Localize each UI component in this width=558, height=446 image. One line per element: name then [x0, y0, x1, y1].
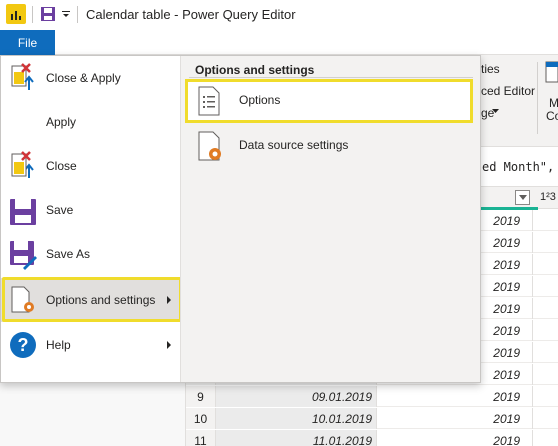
menu-item-apply[interactable]: Apply — [1, 100, 180, 178]
column-type-icon[interactable]: 1²3 — [540, 191, 556, 203]
next-column-cell[interactable] — [532, 342, 558, 363]
next-column-cell[interactable] — [532, 320, 558, 341]
title-bar: Calendar table - Power Query Editor — [0, 0, 558, 30]
options-and-settings-highlight — [2, 277, 182, 322]
next-column-cell[interactable] — [532, 298, 558, 319]
menu-item-help[interactable]: ? Help — [1, 323, 180, 367]
menu-item-label: Help — [46, 338, 71, 352]
file-tab[interactable]: File — [0, 30, 55, 55]
menu-item-close-apply[interactable]: Close & Apply — [1, 56, 180, 100]
date-cell[interactable]: 10.01.2019 — [216, 408, 377, 429]
manage-dropdown-arrow-icon — [492, 109, 499, 113]
close-apply-icon — [11, 63, 34, 90]
options-and-settings-submenu: Options and settings Options Data source — [180, 56, 480, 382]
submenu-item-label: Options — [239, 93, 281, 107]
quick-access-dropdown[interactable] — [61, 6, 71, 22]
menu-item-label: Save As — [46, 247, 91, 261]
file-menu: Close & Apply Apply Close Save Save As O… — [0, 55, 481, 383]
power-bi-app-icon — [6, 4, 26, 24]
date-cell[interactable]: 09.01.2019 — [216, 386, 377, 407]
next-column-cell[interactable] — [532, 408, 558, 429]
column-filter-button[interactable] — [515, 190, 530, 205]
ribbon-separator — [537, 62, 538, 134]
ribbon-manage-columns-icon[interactable] — [543, 60, 558, 84]
row-number: 11 — [186, 430, 216, 446]
menu-item-save[interactable]: Save — [1, 188, 180, 232]
menu-item-save-as[interactable]: Save As — [1, 232, 180, 276]
next-column-cell[interactable] — [532, 254, 558, 275]
ribbon-tab-row: File — [0, 30, 558, 55]
power-query-editor-window: Calendar table - Power Query Editor File… — [0, 0, 558, 446]
data-source-settings-icon — [198, 131, 221, 161]
year-cell[interactable]: 2019 — [377, 430, 532, 446]
next-column-cell[interactable] — [532, 232, 558, 253]
svg-text:?: ? — [18, 335, 29, 355]
save-icon — [10, 199, 36, 225]
ribbon-text-properties[interactable]: ties — [481, 62, 500, 76]
next-column-cell[interactable] — [532, 364, 558, 385]
date-cell[interactable]: 11.01.2019 — [216, 430, 377, 446]
submenu-item-data-source-settings[interactable]: Data source settings — [185, 124, 473, 168]
chevron-down-icon — [62, 11, 70, 17]
row-number: 10 — [186, 408, 216, 429]
file-menu-list: Close & Apply Apply Close Save Save As O… — [1, 56, 182, 382]
next-column-cell[interactable] — [532, 430, 558, 446]
submenu-arrow-icon — [167, 341, 171, 349]
next-column-cell[interactable] — [532, 210, 558, 231]
ribbon-text-advanced-editor[interactable]: ced Editor — [481, 84, 535, 98]
help-icon: ? — [10, 332, 36, 358]
table-row[interactable]: 10 10.01.2019 2019 — [186, 408, 558, 429]
formula-text[interactable]: ed Month", " — [482, 160, 558, 174]
submenu-item-options[interactable]: Options — [185, 79, 473, 123]
menu-item-label: Close & Apply — [46, 71, 121, 85]
quick-save-icon[interactable] — [40, 6, 56, 22]
submenu-separator — [189, 77, 473, 78]
table-row[interactable]: 11 11.01.2019 2019 — [186, 430, 558, 446]
year-cell[interactable]: 2019 — [377, 408, 532, 429]
close-doc-icon — [11, 151, 31, 177]
menu-item-label: Close — [46, 159, 77, 173]
year-cell[interactable]: 2019 — [377, 386, 532, 407]
title-separator — [32, 6, 33, 23]
window-title: Calendar table - Power Query Editor — [86, 7, 296, 22]
menu-item-close[interactable]: Close — [1, 144, 180, 188]
title-separator-2 — [77, 6, 78, 23]
submenu-title: Options and settings — [195, 63, 315, 77]
next-column-cell[interactable] — [532, 276, 558, 297]
chevron-down-icon — [518, 194, 527, 200]
submenu-item-label: Data source settings — [239, 138, 349, 152]
save-as-icon — [10, 241, 37, 270]
table-row[interactable]: 9 09.01.2019 2019 — [186, 386, 558, 407]
next-column-cell[interactable] — [532, 386, 558, 407]
ribbon-text-m[interactable]: M — [549, 96, 558, 110]
menu-item-label: Save — [46, 203, 74, 217]
ribbon-text-co[interactable]: Co — [546, 109, 558, 123]
row-number: 9 — [186, 386, 216, 407]
options-list-icon — [198, 86, 220, 116]
menu-item-label: Apply — [46, 115, 77, 129]
